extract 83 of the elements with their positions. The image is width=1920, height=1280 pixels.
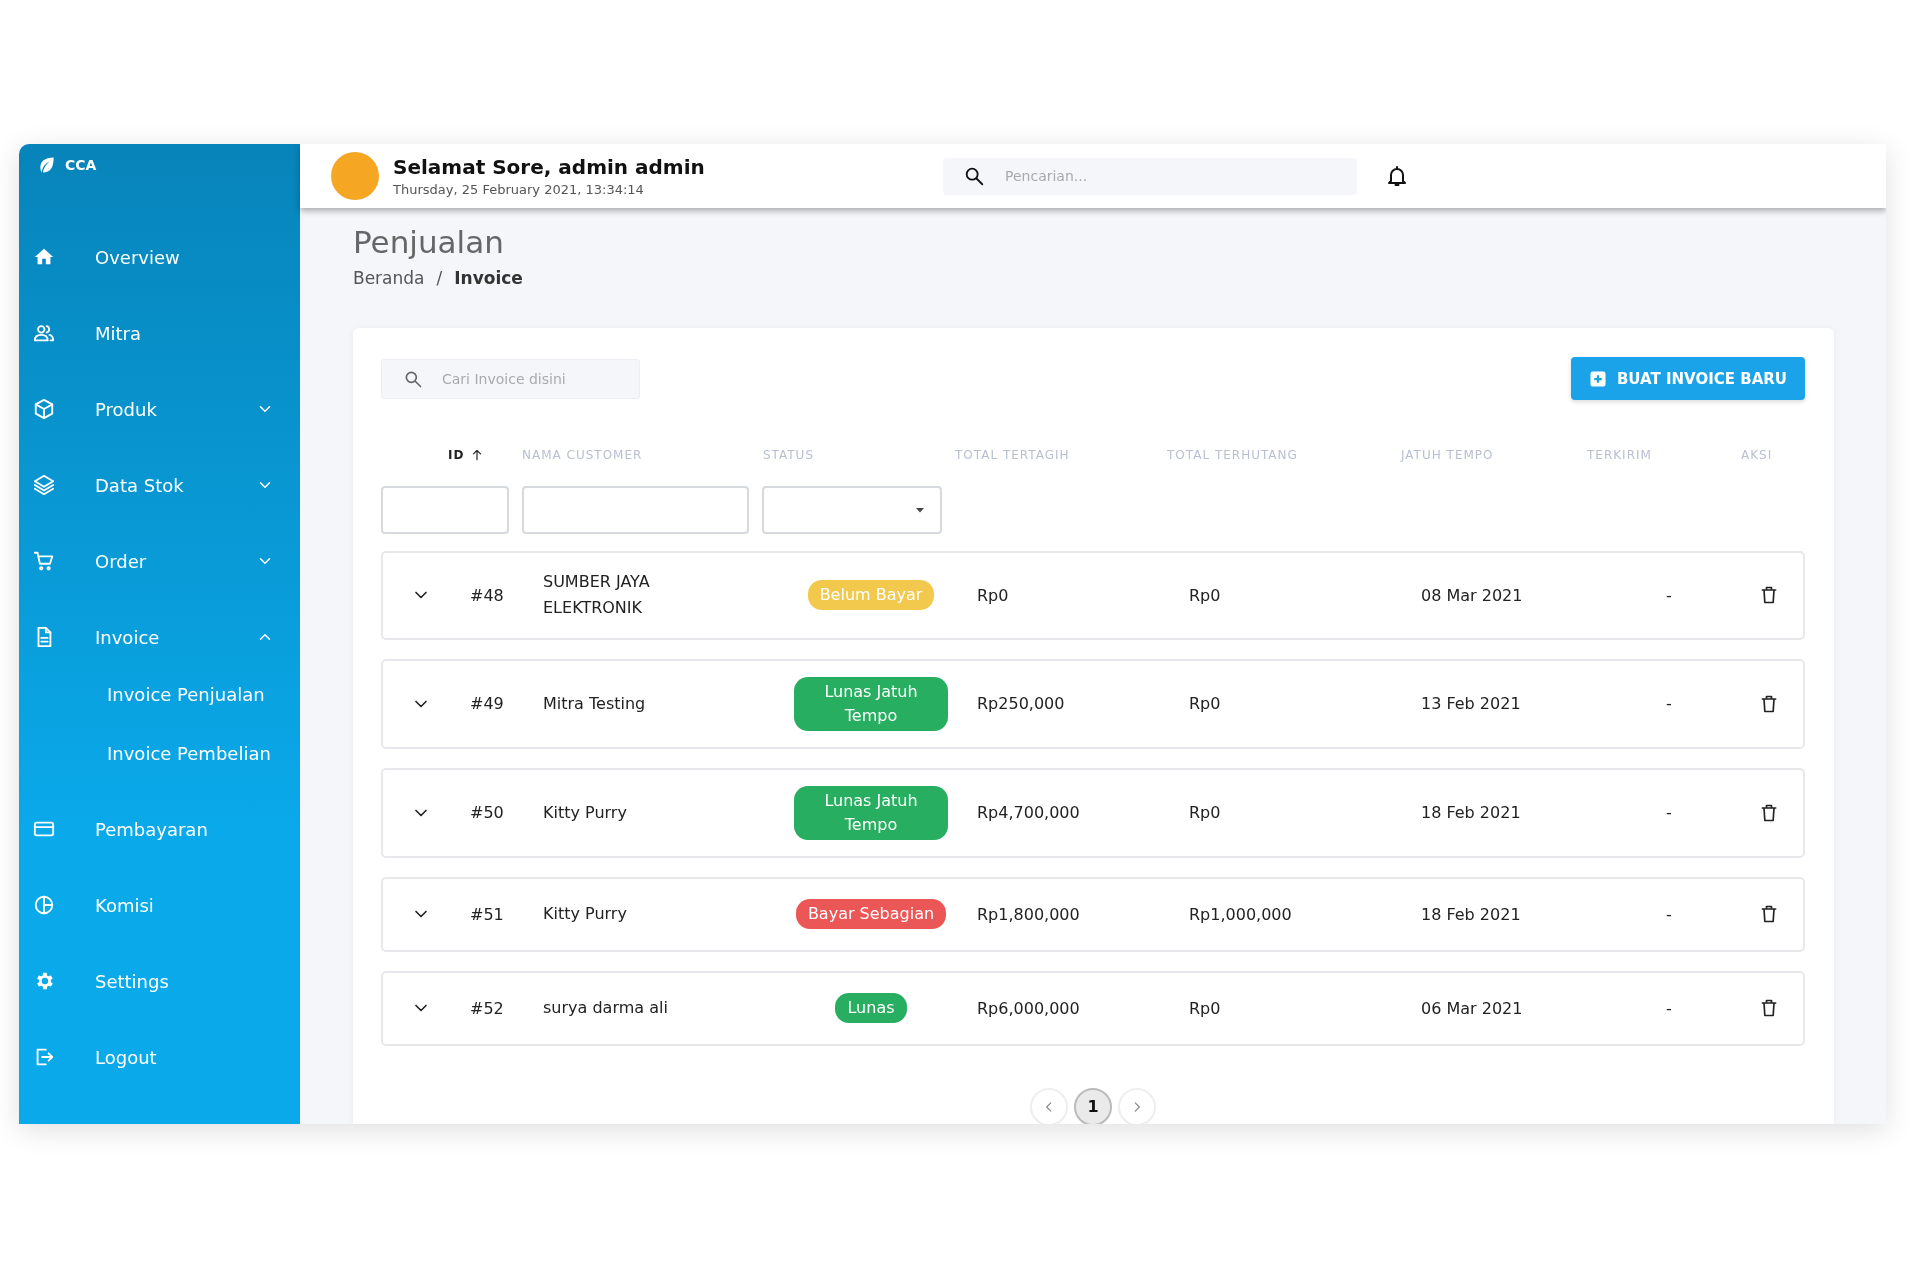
table-cell-text: Rp0 [977, 585, 1010, 605]
status-badge: Belum Bayar [807, 580, 935, 611]
trash-icon[interactable] [1759, 904, 1779, 925]
table-cell-text: 18 Feb 2021 [1421, 803, 1522, 823]
sidebar-item[interactable]: Komisi [19, 867, 300, 943]
table-cell-text: SUMBER JAYA ELEKTRONIK [543, 571, 651, 620]
filter-input[interactable] [381, 486, 509, 534]
search-field[interactable]: Pencarian... [943, 157, 1357, 195]
search-field[interactable]: Cari Invoice disini [381, 358, 640, 399]
page-title: Penjualan [353, 224, 505, 260]
column-header[interactable]: AKSI [1741, 448, 1805, 462]
table-cell-text: #50 [470, 803, 505, 823]
table-cell-text: - [1665, 585, 1673, 605]
breadcrumb-separator: / [436, 268, 443, 288]
column-header[interactable]: ID [448, 448, 522, 462]
table-cell-text: - [1665, 694, 1673, 714]
table-cell-text: Mitra Testing [543, 692, 647, 715]
breadcrumb-link[interactable]: Beranda [353, 268, 425, 288]
table-cell-text: Kitty Purry [543, 903, 628, 926]
table-cell-text: 06 Mar 2021 [1421, 998, 1524, 1018]
table-cell-text: - [1665, 998, 1673, 1018]
bell-icon [1385, 164, 1409, 188]
leaf-icon [37, 155, 57, 175]
table-cell-text: Rp4,700,000 [977, 803, 1081, 823]
sidebar-item[interactable]: Logout [19, 1019, 300, 1095]
logo-text: CCA [65, 157, 97, 173]
table-cell-text: #48 [470, 585, 505, 605]
status-badge: Lunas Jatuh Tempo [794, 785, 948, 840]
status-badge: Lunas Jatuh Tempo [794, 676, 948, 731]
table-cell-text: Rp0 [1189, 803, 1222, 823]
column-header[interactable]: JATUH TEMPO [1401, 448, 1587, 462]
status-badge: Bayar Sebagian [795, 899, 947, 930]
table-cell-text: 18 Feb 2021 [1421, 904, 1522, 924]
column-header[interactable]: TOTAL TERHUTANG [1167, 448, 1401, 462]
table-cell-text: 13 Feb 2021 [1421, 694, 1522, 714]
table-cell-text: Rp250,000 [977, 694, 1066, 714]
table-cell-text: Rp1,000,000 [1189, 904, 1293, 924]
column-header[interactable]: NAMA CUSTOMER [522, 448, 763, 462]
table-cell-text: #49 [470, 694, 505, 714]
greeting-text: Selamat Sore, admin admin [393, 155, 705, 179]
table-cell-text: 08 Mar 2021 [1421, 585, 1524, 605]
new-invoice-button[interactable]: BUAT INVOICE BARU [1571, 357, 1805, 400]
table-cell-text: - [1665, 803, 1673, 823]
table-cell-text: Rp1,800,000 [977, 904, 1081, 924]
status-badge: Lunas [835, 993, 907, 1024]
column-header[interactable]: TERKIRIM [1587, 448, 1741, 462]
sidebar-item[interactable]: Settings [19, 943, 300, 1019]
date-time-text: Thursday, 25 February 2021, 13:34:14 [393, 182, 645, 197]
avatar [331, 152, 379, 200]
sidebar-item[interactable]: Invoice [19, 599, 300, 675]
trash-icon[interactable] [1759, 998, 1779, 1019]
pie-chart-icon [33, 894, 55, 916]
sidebar-item[interactable]: Pembayaran [19, 791, 300, 867]
table-cell-text: #51 [470, 904, 505, 924]
layers-icon [33, 474, 55, 496]
sidebar-subitem[interactable]: Invoice Pembelian [19, 734, 300, 772]
sidebar-item[interactable]: Data Stok [19, 447, 300, 523]
cart-icon [33, 550, 55, 572]
trash-icon[interactable] [1759, 585, 1779, 606]
table-cell-text: Kitty Purry [543, 801, 628, 824]
table-cell-text: Rp6,000,000 [977, 998, 1081, 1018]
breadcrumb-link[interactable]: Invoice [454, 268, 523, 288]
table-cell-text: Rp0 [1189, 998, 1222, 1018]
column-header[interactable]: TOTAL TERTAGIH [955, 448, 1167, 462]
table-cell-text: surya darma ali [543, 997, 669, 1020]
trash-icon[interactable] [1759, 802, 1779, 823]
sidebar-subitem[interactable]: Invoice Penjualan [19, 675, 300, 713]
table-cell-text: #52 [470, 998, 505, 1018]
sidebar-item[interactable]: Overview [19, 219, 300, 295]
sidebar-item[interactable]: Mitra [19, 295, 300, 371]
table-cell-text: Rp0 [1189, 585, 1222, 605]
column-header[interactable]: STATUS [763, 448, 955, 462]
people-icon [33, 322, 55, 344]
filter-input[interactable] [522, 486, 749, 534]
cube-icon [33, 398, 55, 420]
sidebar-item[interactable]: Order [19, 523, 300, 599]
page-button[interactable]: 1 [1074, 1087, 1112, 1124]
search-icon [963, 165, 985, 187]
table-cell-text: - [1665, 904, 1673, 924]
sidebar-item[interactable]: Produk [19, 371, 300, 447]
table-cell-text: Rp0 [1189, 694, 1222, 714]
trash-icon[interactable] [1759, 693, 1779, 714]
plus-icon [1588, 369, 1607, 388]
